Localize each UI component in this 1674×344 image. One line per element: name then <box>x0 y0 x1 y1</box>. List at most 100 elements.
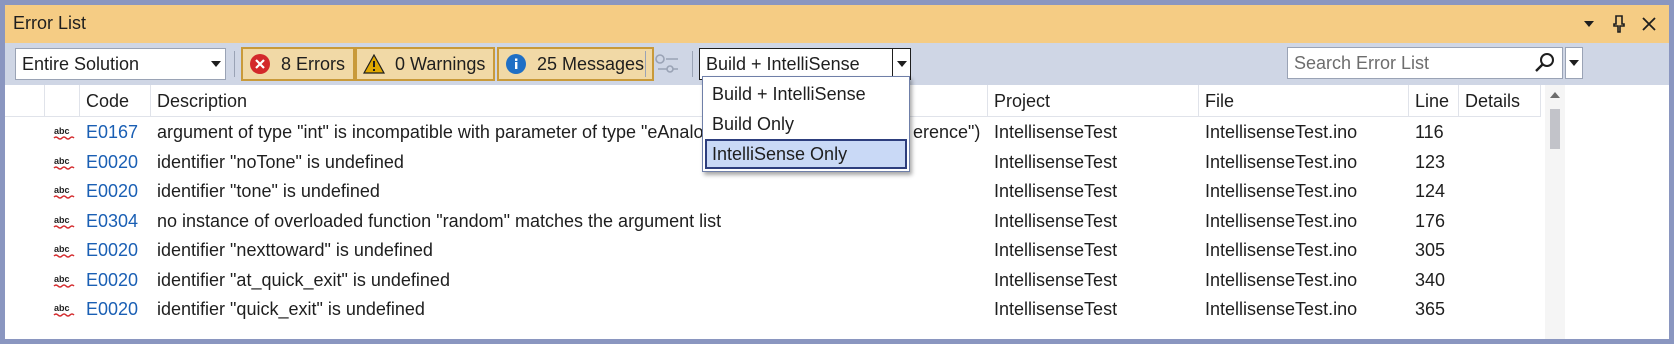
toolbar-separator <box>645 51 646 77</box>
error-line: 116 <box>1415 122 1444 142</box>
messages-filter-button[interactable]: 25 Messages <box>497 47 655 81</box>
title-buttons <box>1577 11 1661 37</box>
build-source-combo-value: Build + IntelliSense <box>706 53 860 74</box>
svg-text:abc: abc <box>54 244 70 254</box>
error-code-link[interactable]: E0020 <box>86 177 148 207</box>
error-line: 176 <box>1415 210 1446 231</box>
error-file: IntellisenseTest.ino <box>1205 181 1358 201</box>
svg-text:abc: abc <box>54 303 70 313</box>
dropdown-arrow-icon <box>1584 21 1594 27</box>
toolbar-separator <box>234 51 235 77</box>
error-code-link[interactable]: E0304 <box>86 207 148 237</box>
svg-text:abc: abc <box>54 274 70 284</box>
error-line: 124 <box>1415 181 1446 201</box>
error-project: IntellisenseTest <box>994 151 1118 172</box>
error-line: 365 <box>1415 299 1446 319</box>
chevron-down-icon <box>1569 60 1579 66</box>
spell-check-icon: abc <box>53 295 77 325</box>
error-description: no instance of overloaded function "rand… <box>157 210 722 231</box>
error-line: 305 <box>1415 240 1446 260</box>
error-code-link[interactable]: E0167 <box>86 118 148 148</box>
column-header-file[interactable]: File <box>1199 85 1409 117</box>
error-project: IntellisenseTest <box>994 210 1118 231</box>
scope-combo[interactable]: Entire Solution <box>15 48 226 80</box>
dropdown-item-build-intellisense[interactable]: Build + IntelliSense <box>705 79 907 109</box>
dropdown-item-intellisense-only[interactable]: IntelliSense Only <box>705 139 907 169</box>
column-header-severity[interactable] <box>5 85 45 117</box>
column-header-code[interactable]: Code <box>80 85 151 117</box>
title-bar: Error List <box>5 5 1669 43</box>
scope-combo-value: Entire Solution <box>22 53 140 74</box>
error-file: IntellisenseTest.ino <box>1205 122 1358 142</box>
search-icon[interactable] <box>1534 52 1556 74</box>
table-row[interactable]: abc E0020 identifier "tone" is undefined In… <box>5 177 1541 207</box>
dropdown-item-build-only[interactable]: Build Only <box>705 109 907 139</box>
error-description: identifier "tone" is undefined <box>157 181 380 201</box>
vertical-scrollbar[interactable] <box>1545 85 1565 339</box>
spell-check-icon: abc <box>53 207 77 237</box>
error-code-link[interactable]: E0020 <box>86 236 148 266</box>
error-project: IntellisenseTest <box>994 240 1118 260</box>
error-code-link[interactable]: E0020 <box>86 266 148 296</box>
search-box[interactable] <box>1287 47 1563 79</box>
error-file: IntellisenseTest.ino <box>1205 240 1358 260</box>
messages-filter-label: 25 Messages <box>537 53 645 74</box>
scrollbar-thumb[interactable] <box>1550 109 1560 149</box>
column-header-type[interactable] <box>45 85 80 117</box>
spell-check-icon: abc <box>53 148 77 178</box>
search-options-button[interactable] <box>1565 47 1583 79</box>
error-project: IntellisenseTest <box>994 269 1118 290</box>
toolbar-separator <box>692 51 693 77</box>
warnings-filter-label: 0 Warnings <box>395 53 486 74</box>
error-project: IntellisenseTest <box>994 299 1118 319</box>
chevron-down-icon <box>207 49 225 79</box>
window-menu-button[interactable] <box>1577 11 1601 37</box>
chevron-down-icon <box>892 49 910 79</box>
error-file: IntellisenseTest.ino <box>1205 299 1358 319</box>
search-input[interactable] <box>1288 48 1534 78</box>
error-line: 123 <box>1415 151 1446 172</box>
error-line: 340 <box>1415 269 1446 290</box>
error-description-tail: erence") <box>913 122 981 142</box>
error-project: IntellisenseTest <box>994 122 1118 142</box>
table-row[interactable]: abc E0020 identifier "at_quick_exit" is un… <box>5 266 1541 296</box>
filter-icon <box>655 54 678 73</box>
column-header-line[interactable]: Line <box>1409 85 1459 117</box>
scroll-up-arrow-icon[interactable] <box>1550 92 1560 98</box>
pin-button[interactable] <box>1607 11 1631 37</box>
build-source-dropdown-list: Build + IntelliSense Build Only IntelliS… <box>702 76 910 172</box>
table-row[interactable]: abc E0304 no instance of overloaded functi… <box>5 207 1541 237</box>
spell-check-icon: abc <box>53 118 77 148</box>
error-description: identifier "nexttoward" is undefined <box>157 240 433 260</box>
column-header-details[interactable]: Details <box>1459 85 1541 117</box>
window-title: Error List <box>13 13 87 33</box>
info-icon <box>506 54 526 74</box>
column-header-project[interactable]: Project <box>988 85 1199 117</box>
warnings-filter-button[interactable]: 0 Warnings <box>355 47 496 81</box>
error-icon <box>250 54 270 74</box>
error-project: IntellisenseTest <box>994 181 1118 201</box>
error-file: IntellisenseTest.ino <box>1205 269 1358 290</box>
errors-filter-label: 8 Errors <box>281 53 346 74</box>
error-file: IntellisenseTest.ino <box>1205 151 1358 172</box>
close-button[interactable] <box>1637 11 1661 37</box>
svg-text:abc: abc <box>54 156 70 166</box>
error-file: IntellisenseTest.ino <box>1205 210 1358 231</box>
pin-icon <box>1613 15 1625 33</box>
table-row[interactable]: abc E0020 identifier "nexttoward" is undef… <box>5 236 1541 266</box>
filter-toggle-button[interactable] <box>654 52 680 76</box>
close-icon <box>1642 17 1656 31</box>
error-code-link[interactable]: E0020 <box>86 295 148 325</box>
errors-filter-button[interactable]: 8 Errors <box>241 47 356 81</box>
svg-text:abc: abc <box>54 126 70 136</box>
error-description: identifier "quick_exit" is undefined <box>157 299 425 319</box>
table-row[interactable]: abc E0020 identifier "quick_exit" is undef… <box>5 295 1541 325</box>
error-description: identifier "at_quick_exit" is undefined <box>157 269 450 290</box>
spell-check-icon: abc <box>53 177 77 207</box>
warning-icon <box>363 54 385 74</box>
spell-check-icon: abc <box>53 266 77 296</box>
error-code-link[interactable]: E0020 <box>86 148 148 178</box>
error-list-window: Error List Entire Solution 8 Errors 0 Wa… <box>5 5 1669 339</box>
svg-text:abc: abc <box>54 185 70 195</box>
svg-text:abc: abc <box>54 215 70 225</box>
